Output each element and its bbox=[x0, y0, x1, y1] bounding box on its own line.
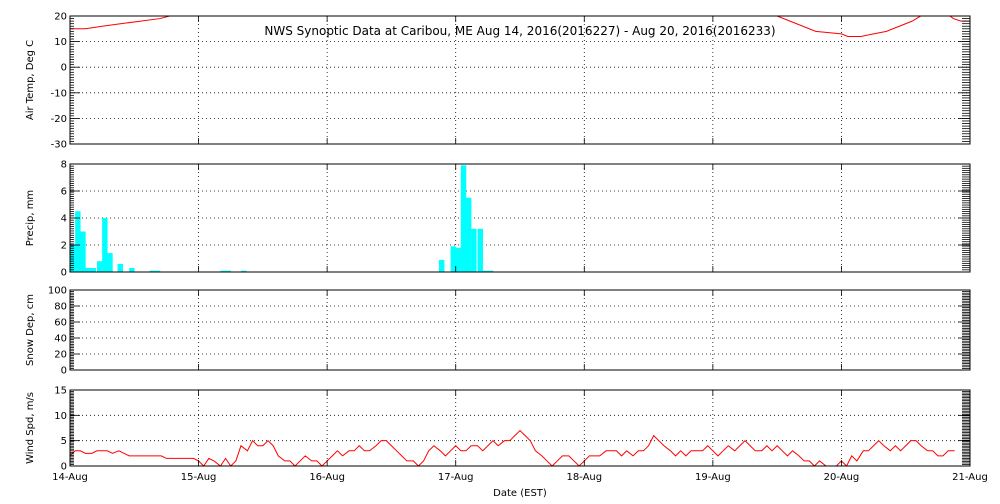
precip-bar bbox=[439, 259, 445, 272]
x-tick-label: 18-Aug bbox=[566, 472, 602, 483]
y-tick-label: 20 bbox=[54, 12, 67, 23]
axes-layer bbox=[69, 15, 971, 467]
precip-bar bbox=[117, 263, 123, 272]
y-tick-label: 60 bbox=[54, 318, 67, 329]
y-tick-label: 80 bbox=[54, 302, 67, 313]
x-tick-label: 17-Aug bbox=[438, 472, 474, 483]
y-tick-label: -10 bbox=[51, 88, 67, 99]
y-axis-label: Precip, mm bbox=[25, 190, 36, 246]
y-axis-label: Air Temp, Deg C bbox=[25, 40, 36, 120]
y-tick-label: 20 bbox=[54, 350, 67, 361]
precip-bar bbox=[97, 261, 103, 272]
y-axis-label: Wind Spd, m/s bbox=[25, 392, 36, 464]
precip-bar bbox=[477, 228, 483, 272]
data-layer bbox=[70, 16, 970, 466]
y-tick-label: 5 bbox=[61, 436, 67, 447]
precip-bar bbox=[80, 231, 86, 272]
grid-layer bbox=[70, 16, 970, 466]
precip-bar bbox=[90, 267, 96, 272]
y-tick-label: 8 bbox=[61, 160, 67, 171]
y-tick-label: 0 bbox=[61, 366, 67, 377]
precip-bar bbox=[460, 165, 467, 272]
y-tick-label: 15 bbox=[54, 386, 67, 397]
panel-frame bbox=[69, 289, 971, 371]
y-tick-label: -30 bbox=[51, 140, 67, 151]
precip-bar bbox=[102, 218, 108, 272]
y-tick-label: 4 bbox=[61, 214, 67, 225]
precip-bar bbox=[466, 197, 472, 272]
y-axis-label: Snow Dep, cm bbox=[25, 294, 36, 366]
precip-bar bbox=[129, 267, 135, 272]
precip-bar bbox=[75, 211, 81, 272]
panel-data-group bbox=[70, 165, 494, 272]
y-tick-label: 2 bbox=[61, 241, 67, 252]
y-tick-label: 0 bbox=[61, 462, 67, 473]
y-tick-label: 100 bbox=[48, 286, 67, 297]
y-tick-label: 0 bbox=[61, 63, 67, 74]
x-tick-label: 16-Aug bbox=[309, 472, 345, 483]
y-tick-label: 10 bbox=[54, 411, 67, 422]
x-tick-label: 20-Aug bbox=[824, 472, 860, 483]
x-tick-label: 14-Aug bbox=[52, 472, 88, 483]
panel-frame bbox=[69, 389, 971, 467]
y-tick-label: -20 bbox=[51, 114, 67, 125]
y-tick-label: 10 bbox=[54, 37, 67, 48]
x-tick-label: 15-Aug bbox=[181, 472, 217, 483]
precip-bar bbox=[471, 228, 477, 272]
x-tick-label: 19-Aug bbox=[695, 472, 731, 483]
precip-bar bbox=[450, 246, 456, 272]
y-tick-label: 0 bbox=[61, 268, 67, 279]
y-tick-label: 40 bbox=[54, 334, 67, 345]
labels-layer: -30 -20 -10 0 10 20 Air Temp, Deg C 0 2 4 6 8 Precip… bbox=[25, 12, 988, 484]
chart-svg: -30 -20 -10 0 10 20 Air Temp, Deg C 0 2 4 6 8 Precip… bbox=[25, 12, 988, 500]
chart-title: NWS Synoptic Data at Caribou, ME Aug 14,… bbox=[264, 24, 775, 38]
y-tick-label: 6 bbox=[61, 187, 67, 198]
precip-bar bbox=[107, 253, 113, 272]
precip-bar bbox=[455, 247, 462, 272]
x-tick-label: 21-Aug bbox=[952, 472, 988, 483]
x-axis-label: Date (EST) bbox=[493, 488, 547, 499]
precip-bar bbox=[85, 267, 91, 272]
series-line bbox=[70, 429, 955, 466]
chart-root: -30 -20 -10 0 10 20 Air Temp, Deg C 0 2 4 6 8 Precip… bbox=[0, 0, 1000, 500]
panel-data-group bbox=[70, 429, 955, 466]
